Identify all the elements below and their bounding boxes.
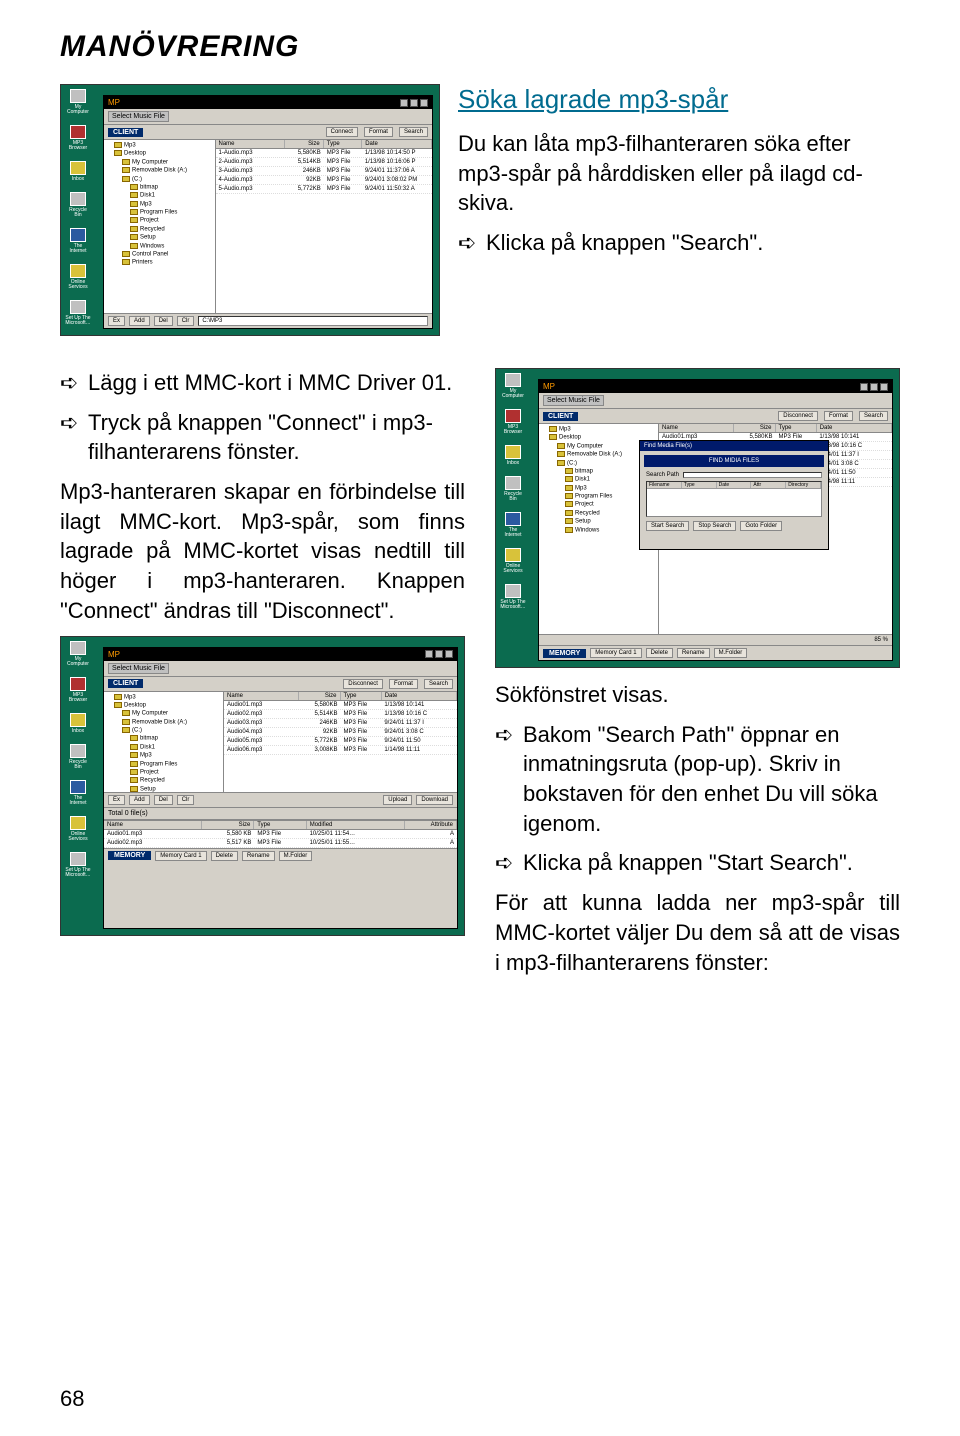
memory-badge: MEMORY <box>543 649 586 658</box>
connect-button[interactable]: Connect <box>326 127 358 137</box>
table-row[interactable]: 2-Audio.mp35,514KBMP3 File1/13/98 10:16:… <box>216 158 432 167</box>
table-row[interactable]: 5-Audio.mp35,772KBMP3 File9/24/01 11:50:… <box>216 185 432 194</box>
icon-my-computer: My Computer <box>65 89 91 115</box>
folder-tree[interactable]: Mp3 Desktop My Computer Removable Disk (… <box>104 140 216 313</box>
format-button[interactable]: Format <box>389 679 418 689</box>
format-button[interactable]: Format <box>824 411 853 421</box>
path-box[interactable]: C:\MP3 <box>198 316 428 326</box>
bullet-search: ➪ Klicka på knappen "Search". <box>458 228 900 258</box>
list-header: Name Size Type Date <box>216 140 432 149</box>
screenshot-find-dialog: My Computer MP3 Browser Inbox Recycle Bi… <box>495 368 900 668</box>
file-list[interactable]: Name Size Type Date 1-Audio.mp35,580KBMP… <box>216 140 432 313</box>
find-media-dialog: Find Media File(s) FIND MIDIA FILES Sear… <box>639 440 829 550</box>
search-button[interactable]: Search <box>399 127 428 137</box>
arrow-icon: ➪ <box>495 848 523 878</box>
rename-button[interactable]: Rename <box>677 648 710 658</box>
rename-button[interactable]: Rename <box>242 851 275 861</box>
para-connect: Mp3-hanteraren skapar en förbindelse til… <box>60 477 465 625</box>
table-row[interactable]: 4-Audio.mp392KBMP3 File9/24/01 3:08:02 P… <box>216 176 432 185</box>
search-path-label: Search Path <box>646 472 679 478</box>
goto-folder-button[interactable]: Goto Folder <box>740 521 782 531</box>
add-button[interactable]: Add <box>129 795 150 805</box>
search-results-list[interactable]: FilenameTypeDateAttrDirectory <box>646 481 822 517</box>
screenshot-disconnect: My Computer MP3 Browser Inbox Recycle Bi… <box>60 636 465 936</box>
file-list[interactable]: NameSizeTypeDate Audio01.mp35,580KBMP3 F… <box>224 692 457 792</box>
total-files-label: Total 0 file(s) <box>108 810 148 817</box>
toolbar-top: Select Music File <box>104 109 432 125</box>
bullet-path: ➪ Bakom "Search Path" öppnar en inmatnin… <box>495 720 900 839</box>
memory-list[interactable]: NameSizeTypeModifiedAttribute Audio01.mp… <box>104 820 457 848</box>
icon-online: Online Services <box>65 264 91 290</box>
select-music-label: Select Music File <box>108 111 169 122</box>
icon-setup: Set Up The Microsoft… <box>65 300 91 326</box>
mp3-manager-window: MP Select Music File CLIENT Connect Form… <box>103 95 433 329</box>
delete-button[interactable]: Delete <box>646 648 673 658</box>
clr-button[interactable]: Clr <box>177 795 195 805</box>
client-badge: CLIENT <box>108 128 143 137</box>
icon-recycle: Recycle Bin <box>65 192 91 218</box>
desktop-icons: My Computer MP3 Browser Inbox Recycle Bi… <box>65 89 91 326</box>
search-button[interactable]: Search <box>859 411 888 421</box>
table-row[interactable]: 1-Audio.mp35,580KBMP3 File1/13/98 10:14:… <box>216 149 432 158</box>
ex-button[interactable]: Ex <box>108 795 125 805</box>
search-path-input[interactable] <box>683 472 822 478</box>
icon-internet: The Internet <box>65 228 91 254</box>
dialog-title: Find Media File(s) <box>640 441 828 451</box>
toolbar-client: CLIENT Connect Format Search <box>104 125 432 140</box>
memory-status: 85 % <box>874 637 888 643</box>
mfolder-button[interactable]: M.Folder <box>714 648 748 658</box>
memory-card-select[interactable]: Memory Card 1 <box>590 648 641 658</box>
disconnect-button[interactable]: Disconnect <box>343 679 383 689</box>
delete-button[interactable]: Delete <box>211 851 238 861</box>
window-controls[interactable] <box>400 99 428 107</box>
upload-button[interactable]: Upload <box>383 795 412 805</box>
intro-text: Du kan låta mp3-filhanteraren söka efter… <box>458 129 900 218</box>
section-title: Söka lagrade mp3-spår <box>458 84 900 115</box>
dialog-banner: FIND MIDIA FILES <box>644 455 824 467</box>
page-heading: MANÖVRERING <box>60 30 900 64</box>
para-searchwin: Sökfönstret visas. <box>495 680 900 710</box>
add-button[interactable]: Add <box>129 316 150 326</box>
page-number: 68 <box>60 1386 84 1412</box>
memory-badge: MEMORY <box>108 851 151 860</box>
client-badge: CLIENT <box>108 679 143 688</box>
table-row[interactable]: 3-Audio.mp3246KBMP3 File9/24/01 11:37:06… <box>216 167 432 176</box>
bottom-bar: Ex Add Del Clr C:\MP3 <box>104 313 432 328</box>
window-titlebar: MP <box>104 96 432 109</box>
para-load: För att kunna ladda ner mp3-spår till MM… <box>495 888 900 977</box>
download-button[interactable]: Download <box>416 795 453 805</box>
bullet-insert: ➪ Lägg i ett MMC-kort i MMC Driver 01. <box>60 368 465 398</box>
start-search-button[interactable]: Start Search <box>646 521 689 531</box>
bullet-connect: ➪ Tryck på knappen "Connect" i mp3-filha… <box>60 408 465 467</box>
folder-tree[interactable]: Mp3 Desktop My Computer Removable Disk (… <box>104 692 224 792</box>
bullet-start: ➪ Klicka på knappen "Start Search". <box>495 848 900 878</box>
arrow-icon: ➪ <box>495 720 523 839</box>
format-button[interactable]: Format <box>364 127 393 137</box>
ex-button[interactable]: Ex <box>108 316 125 326</box>
titlebar-logo: MP <box>108 98 120 107</box>
arrow-icon: ➪ <box>60 368 88 398</box>
icon-inbox: Inbox <box>65 161 91 182</box>
clr-button[interactable]: Clr <box>177 316 195 326</box>
del-button[interactable]: Del <box>154 795 173 805</box>
icon-mp3-browser: MP3 Browser <box>65 125 91 151</box>
disconnect-button[interactable]: Disconnect <box>778 411 818 421</box>
arrow-icon: ➪ <box>60 408 88 467</box>
screenshot-search: My Computer MP3 Browser Inbox Recycle Bi… <box>60 84 440 336</box>
search-button[interactable]: Search <box>424 679 453 689</box>
mfolder-button[interactable]: M.Folder <box>279 851 313 861</box>
del-button[interactable]: Del <box>154 316 173 326</box>
arrow-icon: ➪ <box>458 228 486 258</box>
memory-card-select[interactable]: Memory Card 1 <box>155 851 206 861</box>
stop-search-button[interactable]: Stop Search <box>693 521 736 531</box>
